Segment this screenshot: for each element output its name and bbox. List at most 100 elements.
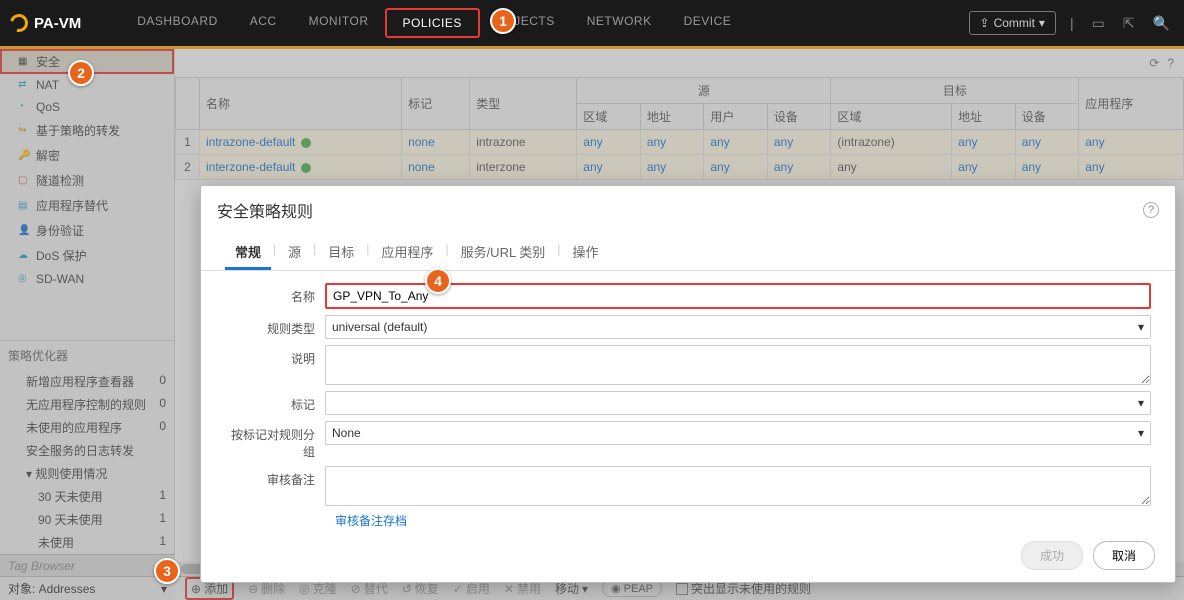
sidebar-item-dos[interactable]: ☁DoS 保护 — [0, 243, 174, 268]
rules-table: 名称 标记 类型 源 目标 应用程序 区域 地址 用户 设备 区域 地址 设备 — [175, 77, 1184, 180]
top-right-controls: ⇪ Commit ▾ | ▭ ⇱ 🔍 — [969, 11, 1174, 36]
dialog-help-icon[interactable]: ? — [1143, 202, 1159, 218]
col-src-addr[interactable]: 地址 — [640, 104, 704, 130]
chevron-down-icon: ▾ — [1138, 320, 1144, 334]
cell-tag[interactable]: none — [402, 155, 470, 180]
col-src-zone[interactable]: 区域 — [577, 104, 641, 130]
sidebar-item-sdwan[interactable]: ◎SD-WAN — [0, 268, 174, 290]
callout-2: 2 — [68, 60, 94, 86]
textarea-desc[interactable] — [325, 345, 1151, 385]
opt-90d[interactable]: 90 天未使用1 — [0, 508, 174, 531]
tab-service[interactable]: 服务/URL 类别 — [451, 236, 556, 270]
col-tag[interactable]: 标记 — [402, 78, 470, 130]
sidebar-item-auth[interactable]: 👤身份验证 — [0, 218, 174, 243]
col-src-dev[interactable]: 设备 — [767, 104, 831, 130]
callout-3: 3 — [154, 558, 180, 584]
label-group: 按标记对规则分组 — [225, 421, 325, 460]
opt-30d[interactable]: 30 天未使用1 — [0, 485, 174, 508]
textarea-audit[interactable] — [325, 466, 1151, 506]
select-ruletype[interactable]: universal (default) ▾ — [325, 315, 1151, 339]
col-name[interactable]: 名称 — [200, 78, 402, 130]
export-icon[interactable]: ⇱ — [1119, 11, 1139, 36]
cell-name[interactable]: interzone-default — [200, 155, 402, 180]
cell-app[interactable]: any — [1079, 130, 1184, 155]
col-app[interactable]: 应用程序 — [1079, 78, 1184, 130]
sidebar-item-pbf[interactable]: ↬基于策略的转发 — [0, 118, 174, 143]
nav-network[interactable]: NETWORK — [571, 8, 668, 38]
sidebar-item-decrypt[interactable]: 🔑解密 — [0, 143, 174, 168]
cell-dst-addr[interactable]: any — [952, 155, 1016, 180]
opt-noapp[interactable]: 无应用程序控制的规则0 — [0, 393, 174, 416]
commit-icon: ⇪ — [980, 16, 990, 30]
user-icon: 👤 — [18, 225, 32, 237]
cell-dst-dev[interactable]: any — [1015, 130, 1079, 155]
opt-never[interactable]: 未使用1 — [0, 531, 174, 554]
opt-unusedapp[interactable]: 未使用的应用程序0 — [0, 416, 174, 439]
table-row[interactable]: 1intrazone-default noneintrazoneanyanyan… — [176, 130, 1184, 155]
cell-dst-addr[interactable]: any — [952, 130, 1016, 155]
sidebar-item-appoverride[interactable]: ▤应用程序替代 — [0, 193, 174, 218]
cell-src-addr[interactable]: any — [640, 155, 704, 180]
commit-button[interactable]: ⇪ Commit ▾ — [969, 11, 1056, 35]
window-icon[interactable]: ▭ — [1088, 11, 1109, 36]
cancel-button[interactable]: 取消 — [1093, 541, 1155, 570]
sidebar-item-qos[interactable]: ◔QoS — [0, 96, 174, 118]
table-row[interactable]: 2interzone-default noneinterzoneanyanyan… — [176, 155, 1184, 180]
cell-name[interactable]: intrazone-default — [200, 130, 402, 155]
cell-dst-zone[interactable]: any — [831, 155, 952, 180]
help-icon[interactable]: ? — [1167, 56, 1174, 70]
cell-src-dev[interactable]: any — [767, 155, 831, 180]
select-tag[interactable]: ▾ — [325, 391, 1151, 415]
nav-policies[interactable]: POLICIES — [385, 8, 480, 38]
tab-application[interactable]: 应用程序 — [371, 236, 443, 270]
chevron-down-icon: ▾ — [1138, 396, 1144, 410]
cell-src-addr[interactable]: any — [640, 130, 704, 155]
cell-tag[interactable]: none — [402, 130, 470, 155]
content-toolbar: ⟳ ? — [175, 49, 1184, 77]
col-dst-dev[interactable]: 设备 — [1015, 104, 1079, 130]
cell-src-user[interactable]: any — [704, 130, 768, 155]
cell-dst-zone[interactable]: (intrazone) — [831, 130, 952, 155]
cell-src-zone[interactable]: any — [577, 130, 641, 155]
col-dst-zone[interactable]: 区域 — [831, 104, 952, 130]
opt-newapp[interactable]: 新增应用程序查看器0 — [0, 370, 174, 393]
tab-general[interactable]: 常规 — [225, 236, 271, 270]
col-type[interactable]: 类型 — [470, 78, 577, 130]
row-index: 2 — [176, 155, 200, 180]
search-icon[interactable]: 🔍 — [1149, 11, 1174, 36]
nav-monitor[interactable]: MONITOR — [293, 8, 385, 38]
brand-icon — [7, 11, 32, 36]
ok-button[interactable]: 成功 — [1021, 541, 1083, 570]
swap-icon: ⇄ — [18, 79, 32, 91]
sidebar-item-tunnel[interactable]: ▢隧道检测 — [0, 168, 174, 193]
wan-icon: ◎ — [18, 273, 32, 285]
select-group[interactable]: None▾ — [325, 421, 1151, 445]
objects-bar[interactable]: 对象: Addresses▾ — [0, 576, 175, 600]
cell-app[interactable]: any — [1079, 155, 1184, 180]
audit-archive-link[interactable]: 审核备注存档 — [335, 512, 1151, 529]
opt-logfw[interactable]: 安全服务的日志转发 — [0, 439, 174, 462]
col-src-user[interactable]: 用户 — [704, 104, 768, 130]
tag-browser-panel[interactable]: Tag Browser — [0, 554, 175, 576]
cell-dst-dev[interactable]: any — [1015, 155, 1079, 180]
tab-destination[interactable]: 目标 — [318, 236, 364, 270]
cell-src-user[interactable]: any — [704, 155, 768, 180]
cell-type: interzone — [470, 155, 577, 180]
checkbox-icon — [676, 583, 688, 595]
nav-device[interactable]: DEVICE — [668, 8, 748, 38]
tab-action[interactable]: 操作 — [562, 236, 608, 270]
divider-icon: | — [1066, 11, 1078, 35]
label-tag: 标记 — [225, 391, 325, 413]
cell-src-dev[interactable]: any — [767, 130, 831, 155]
nav-dashboard[interactable]: DASHBOARD — [121, 8, 234, 38]
colgroup-src: 源 — [577, 78, 831, 104]
tab-source[interactable]: 源 — [278, 236, 311, 270]
label-audit: 审核备注 — [225, 466, 325, 488]
cell-src-zone[interactable]: any — [577, 155, 641, 180]
opt-usage[interactable]: ▾ 规则使用情况 — [0, 462, 174, 485]
nav-acc[interactable]: ACC — [234, 8, 293, 38]
col-dst-addr[interactable]: 地址 — [952, 104, 1016, 130]
nav-items: DASHBOARD ACC MONITOR POLICIES OBJECTS N… — [121, 8, 747, 38]
callout-1: 1 — [490, 8, 516, 34]
refresh-icon[interactable]: ⟳ — [1149, 56, 1159, 70]
